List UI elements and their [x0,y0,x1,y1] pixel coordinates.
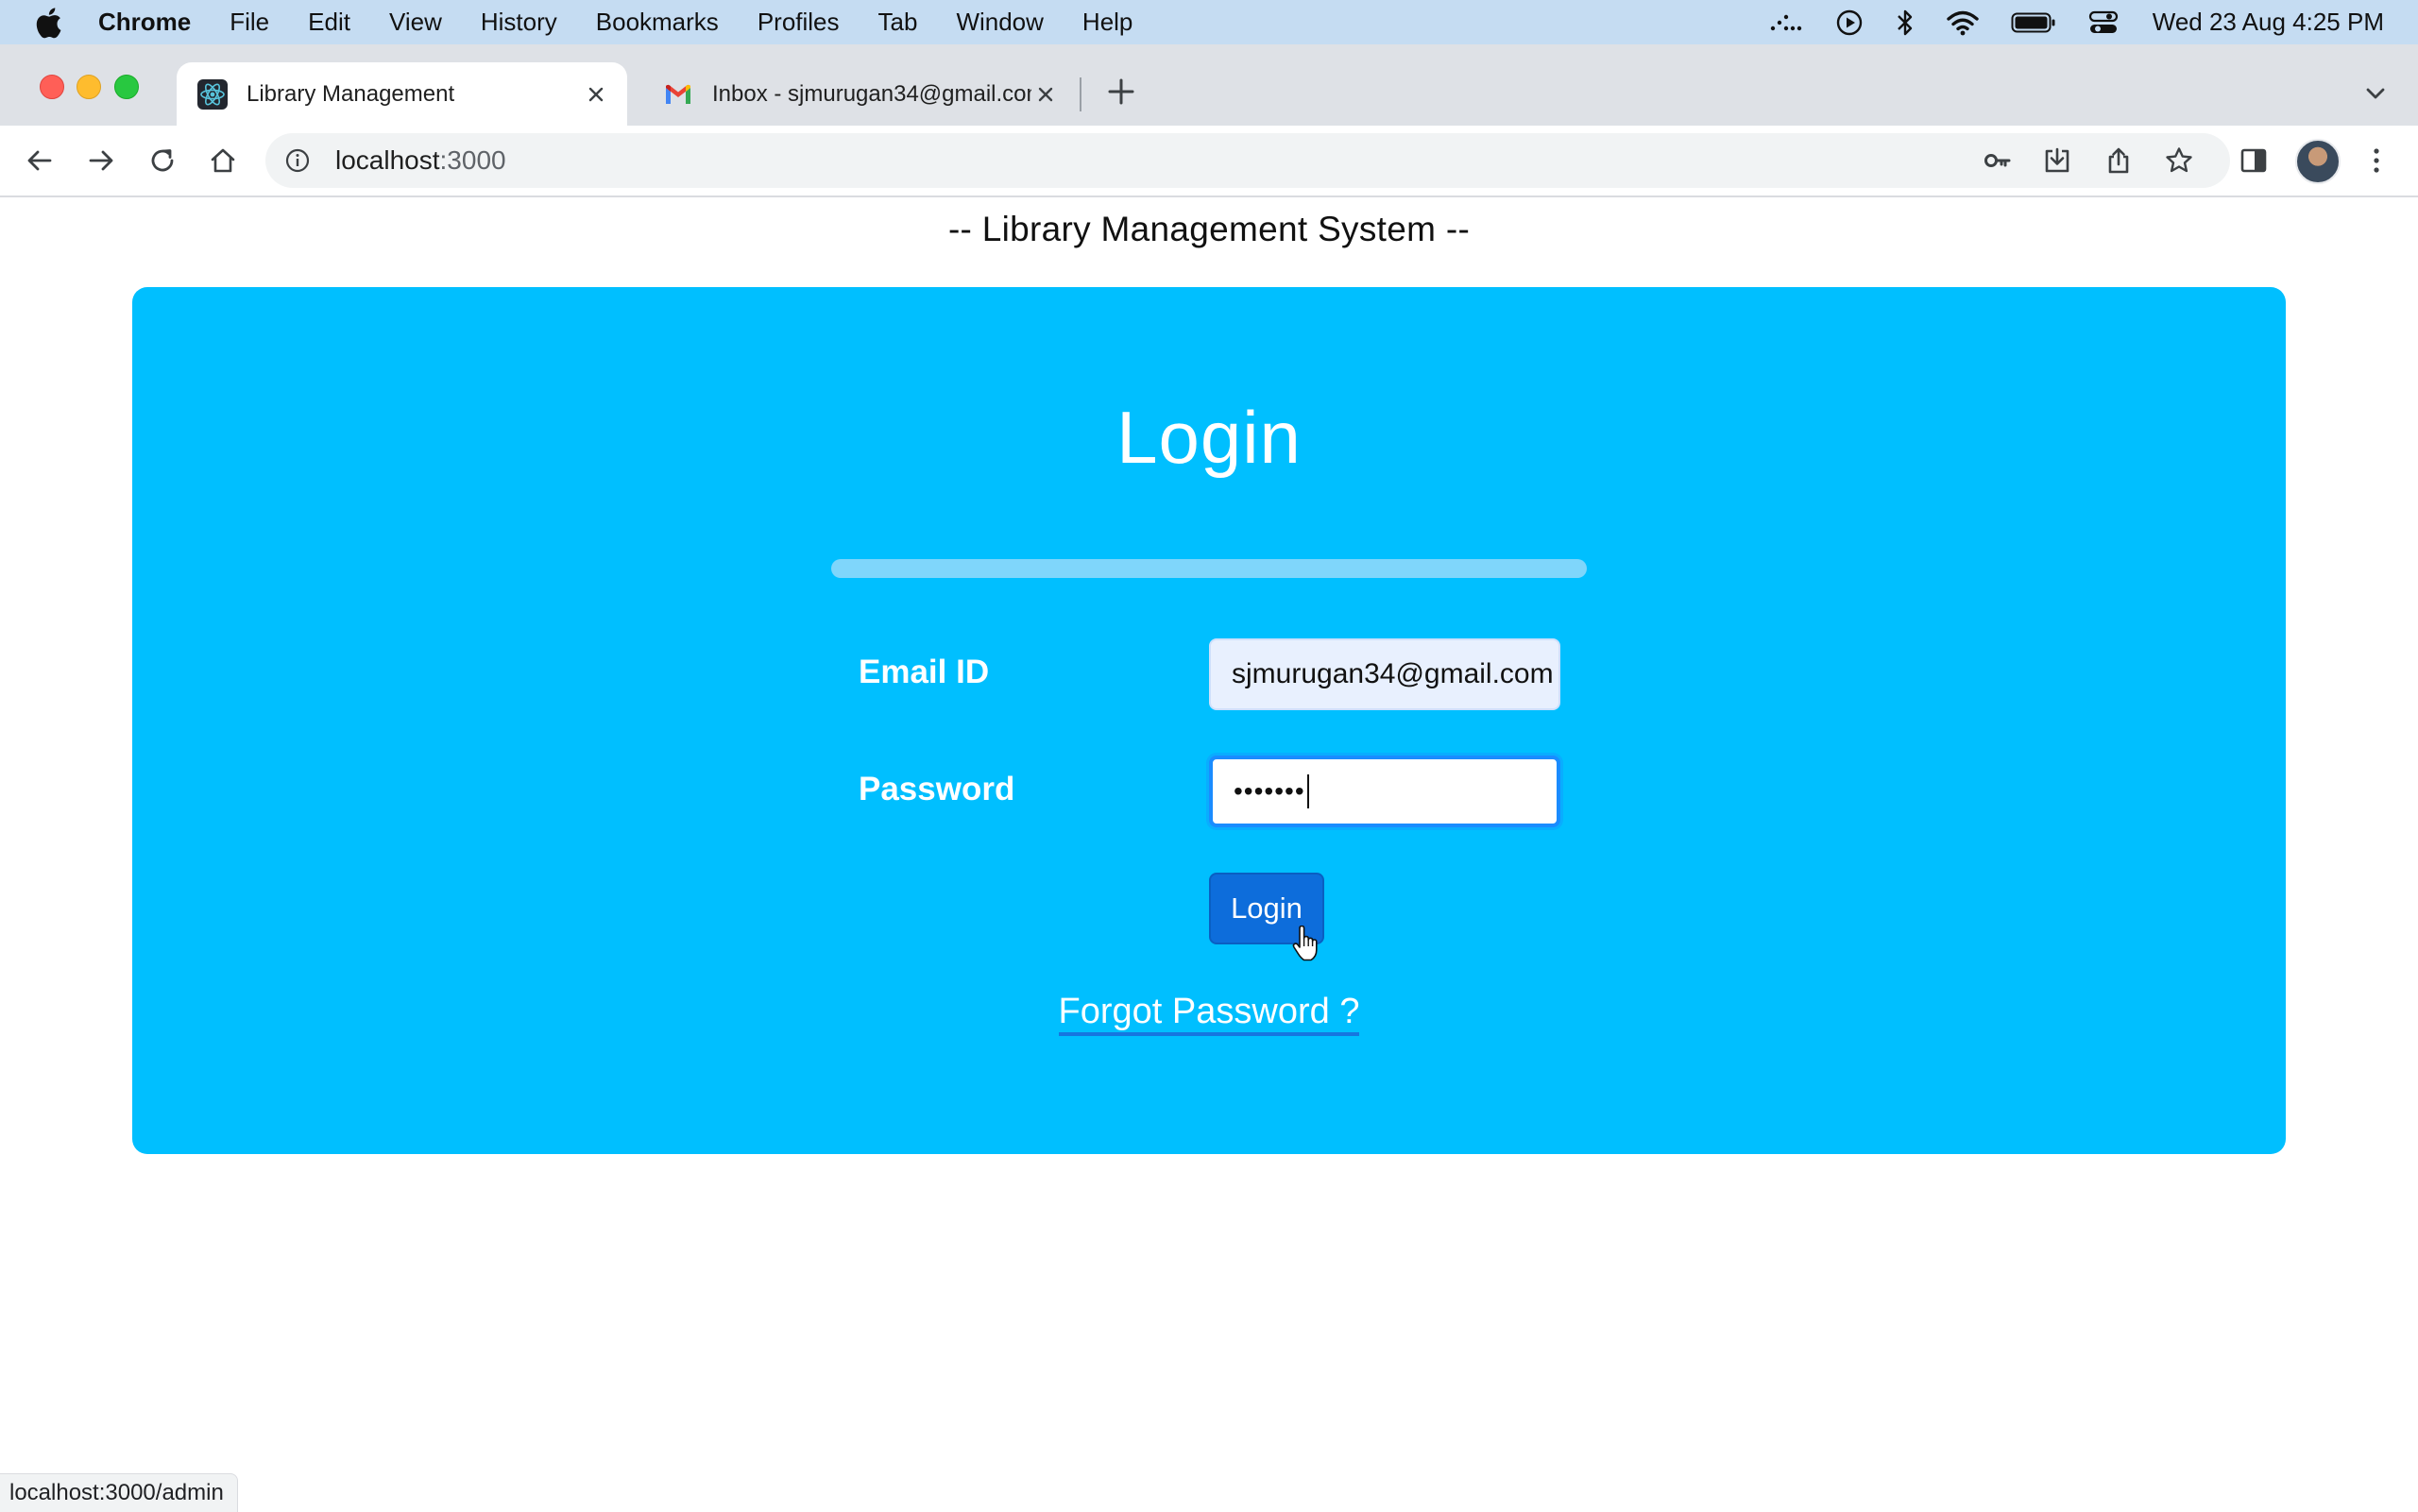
wifi-icon[interactable] [1947,9,1979,36]
window-minimize-button[interactable] [77,75,101,99]
menubar-status-area: Wed 23 Aug 4:25 PM [1737,8,2384,37]
email-label: Email ID [859,654,990,690]
play-icon[interactable] [1835,8,1864,37]
share-icon[interactable] [2102,144,2136,178]
menu-edit[interactable]: Edit [308,8,350,37]
tab-title: Inbox - sjmurugan34@gmail.com - Gmail [712,80,1031,107]
bluetooth-icon[interactable] [1896,8,1915,37]
kebab-menu-icon[interactable] [2359,144,2393,178]
profile-avatar[interactable] [2295,139,2341,184]
bookmark-star-icon[interactable] [2162,144,2196,178]
menu-help[interactable]: Help [1082,8,1132,37]
password-label: Password [859,771,1015,807]
tab-separator [1080,77,1081,111]
text-caret [1306,774,1309,808]
battery-icon[interactable] [2011,11,2056,34]
gmail-icon [663,79,693,110]
hand-pointer-cursor-icon [1292,926,1320,961]
macos-menu-bar: Chrome File Edit View History Bookmarks … [0,0,2418,44]
menu-profiles[interactable]: Profiles [758,8,840,37]
forgot-password-link[interactable]: Forgot Password ? [1058,992,1360,1036]
login-title: Login [1116,396,1302,479]
title-divider [831,559,1587,578]
menu-app-chrome[interactable]: Chrome [98,8,191,37]
tab-close-icon[interactable] [582,80,610,109]
tab-gmail-inbox[interactable]: Inbox - sjmurugan34@gmail.com - Gmail [642,62,1077,126]
home-icon[interactable] [204,142,242,179]
back-arrow-icon[interactable] [21,142,59,179]
menu-window[interactable]: Window [956,8,1043,37]
install-app-icon[interactable] [2040,144,2074,178]
forgot-password-row: Forgot Password ? [132,992,2286,1036]
login-card: Login Email ID sjmurugan34@gmail.com Pas… [132,287,2286,1154]
menu-tab[interactable]: Tab [878,8,918,37]
password-masked-value: ••••••• [1234,776,1305,806]
side-panel-icon[interactable] [2237,144,2271,178]
window-zoom-button[interactable] [114,75,139,99]
new-tab-plus-icon[interactable] [1105,76,1137,108]
react-icon [197,78,228,110]
address-bar[interactable]: localhost:3000 [265,133,2230,188]
forward-arrow-icon[interactable] [82,142,120,179]
tab-library-management[interactable]: Library Management [177,62,627,126]
menu-file[interactable]: File [230,8,269,37]
control-center-icon[interactable] [2088,9,2119,36]
menu-view[interactable]: View [389,8,442,37]
reload-icon[interactable] [144,142,181,179]
site-info-icon[interactable] [284,147,311,174]
apple-logo-icon[interactable] [34,7,66,39]
url-host: localhost [335,145,440,175]
menu-history[interactable]: History [481,8,557,37]
tab-close-icon[interactable] [1031,80,1060,109]
menubar-clock[interactable]: Wed 23 Aug 4:25 PM [2153,8,2384,37]
page-header: -- Library Management System -- [947,210,1471,248]
tab-search-chevron-down-icon[interactable] [2361,79,2390,108]
link-status-bubble: localhost:3000/admin [0,1473,238,1512]
url-port: :3000 [439,145,506,175]
window-close-button[interactable] [40,75,64,99]
email-input[interactable]: sjmurugan34@gmail.com [1209,638,1560,710]
email-value: sjmurugan34@gmail.com [1232,658,1554,689]
menu-bookmarks[interactable]: Bookmarks [596,8,719,37]
password-input[interactable]: ••••••• [1209,756,1560,827]
dots-icon[interactable] [1769,11,1803,34]
password-key-icon[interactable] [1981,144,2015,178]
tab-title: Library Management [247,80,455,107]
